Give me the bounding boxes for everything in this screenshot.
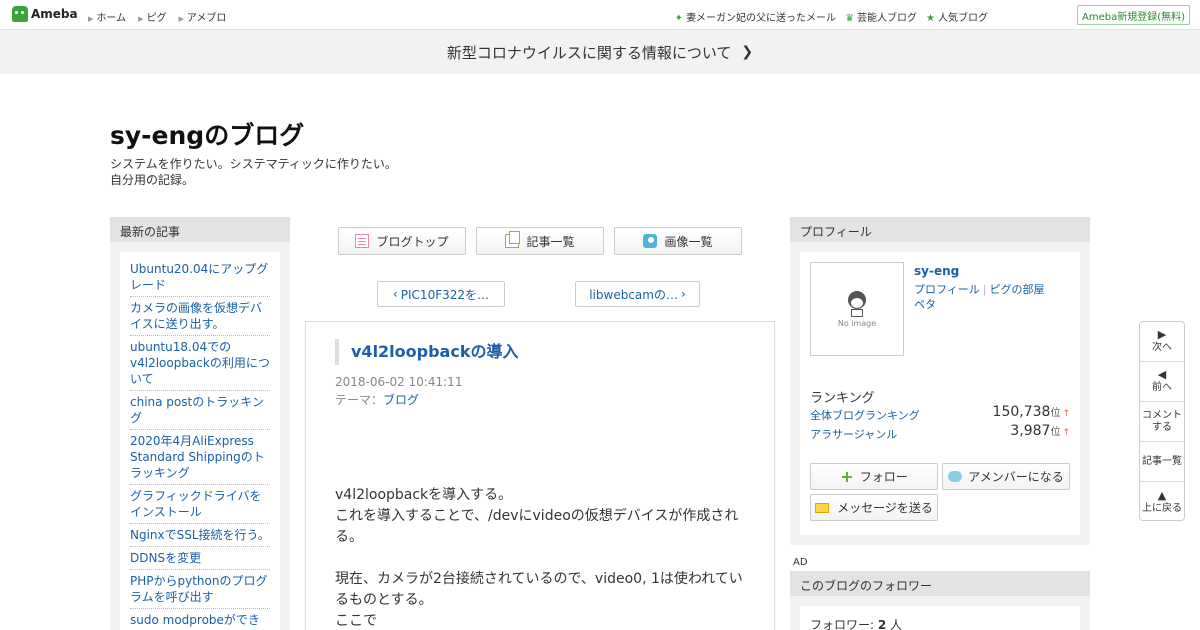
recent-articles-list: Ubuntu20.04にアップグレード カメラの画像を仮想デバイスに送り出す。 …	[120, 252, 280, 630]
person-icon	[848, 291, 866, 309]
side-article-list-button[interactable]: 記事一覧	[1140, 442, 1184, 482]
recent-article-link[interactable]: 2020年4月AliExpress Standard Shippingのトラッキ…	[130, 430, 270, 485]
floating-side-nav: ▶ 次へ ◀ 前へ コメント する 記事一覧 ▲ 上に戻る	[1139, 321, 1185, 521]
trending-links: ✦ 妻メーガン妃の父に送ったメール ♛ 芸能人ブログ ★ 人気ブログ	[675, 9, 988, 24]
trend-link-celebrity[interactable]: ♛ 芸能人ブログ	[845, 9, 917, 24]
next-article-button[interactable]: libwebcamの… ›	[575, 281, 700, 307]
plus-icon: +	[840, 467, 854, 486]
rank-value: 150,738	[992, 404, 1051, 420]
chat-bubble-icon	[948, 471, 963, 482]
recent-article-link[interactable]: sudo modprobeができない。	[130, 609, 270, 630]
recent-article-link[interactable]: PHPからpythonのプログラムを呼び出す	[130, 570, 270, 609]
ameba-logo-icon	[12, 6, 28, 22]
theme-link[interactable]: ブログ	[383, 393, 419, 407]
rank-value: 3,987	[1010, 423, 1051, 439]
nav-home[interactable]: ▶ ホーム	[88, 9, 126, 24]
profile-panel: プロフィール No image sy-eng プロフィール | ピグの部屋 ペタ ラ…	[790, 217, 1090, 545]
peta-link[interactable]: ペタ	[914, 298, 936, 311]
recent-articles-panel: 最新の記事 Ubuntu20.04にアップグレード カメラの画像を仮想デバイスに…	[110, 217, 290, 630]
nav-pigg[interactable]: ▶ ピグ	[138, 9, 166, 24]
nav-ameblo[interactable]: ▶ アメブロ	[178, 9, 226, 24]
chevron-right-icon: ❯	[741, 44, 754, 60]
profile-heading: プロフィール	[790, 217, 1090, 242]
star-icon: ★	[926, 13, 935, 24]
avatar[interactable]: No image	[810, 262, 904, 356]
profile-box: No image sy-eng プロフィール | ピグの部屋 ペタ ランキング 全体…	[800, 252, 1080, 535]
next-button[interactable]: ▶ 次へ	[1140, 322, 1184, 362]
trend-link-news[interactable]: ✦ 妻メーガン妃の父に送ったメール	[675, 9, 836, 24]
pigg-room-link[interactable]: ピグの部屋	[990, 283, 1045, 296]
send-message-button[interactable]: メッセージを送る	[810, 494, 938, 521]
blog-top-button[interactable]: ブログトップ	[338, 227, 466, 255]
arrow-up-icon: ↑	[1062, 409, 1070, 419]
global-links: ▶ ホーム ▶ ピグ ▶ アメブロ	[88, 9, 226, 24]
comment-button[interactable]: コメント する	[1140, 402, 1184, 442]
top-navigation: Ameba ▶ ホーム ▶ ピグ ▶ アメブロ ✦ 妻メーガン妃の父に送ったメール ♛ 芸…	[0, 0, 1200, 30]
ad-label: AD	[793, 557, 808, 568]
blog-nav-buttons: ブログトップ 記事一覧 画像一覧	[338, 227, 742, 255]
recent-article-link[interactable]: Ubuntu20.04にアップグレード	[130, 258, 270, 297]
banner-text: 新型コロナウイルスに関する情報について	[446, 43, 732, 62]
article-date: 2018-06-02 10:41:11	[335, 375, 463, 389]
ranking-row-overall: 全体ブログランキング 150,738位 ↑	[810, 404, 1070, 422]
recent-article-link[interactable]: ubuntu18.04でのv4l2loopbackの利用について	[130, 336, 270, 391]
follower-count[interactable]: 2	[878, 618, 886, 630]
follow-button[interactable]: + フォロー	[810, 463, 938, 490]
recent-articles-heading: 最新の記事	[110, 217, 290, 242]
profile-link[interactable]: プロフィール	[914, 283, 980, 296]
chevron-left-icon: ‹	[392, 287, 398, 301]
article: v4l2loopbackの導入 2018-06-02 10:41:11 テーマ：…	[305, 321, 775, 630]
play-right-icon: ▶	[1157, 328, 1167, 341]
blog-title[interactable]: sy-engのブログ	[110, 116, 304, 152]
arrow-up-icon: ↑	[1062, 428, 1070, 438]
followers-heading: このブログのフォロワー	[790, 571, 1090, 596]
ranking-link-overall[interactable]: 全体ブログランキング	[810, 409, 920, 422]
register-button[interactable]: Ameba新規登録(無料)	[1077, 5, 1190, 25]
prev-button[interactable]: ◀ 前へ	[1140, 362, 1184, 402]
prev-article-button[interactable]: ‹ PIC10F322を…	[377, 281, 505, 307]
amember-button[interactable]: アメンバーになる	[942, 463, 1070, 490]
article-body: v4l2loopbackを導入する。 これを導入することで、/devにvideo…	[335, 487, 743, 629]
triangle-up-icon: ▲	[1157, 488, 1167, 502]
article-theme: テーマ：ブログ	[335, 393, 420, 407]
back-to-top-button[interactable]: ▲ 上に戻る	[1140, 482, 1184, 522]
chevron-right-icon: ›	[680, 287, 686, 301]
article-list-button[interactable]: 記事一覧	[476, 227, 604, 255]
recent-article-link[interactable]: DDNSを変更	[130, 547, 270, 570]
recent-article-link[interactable]: グラフィックドライバをインストール	[130, 485, 270, 524]
followers-box: フォロワー: 2 人	[800, 606, 1080, 630]
ameba-logo-text: Ameba	[31, 7, 78, 21]
ranking-link-genre[interactable]: アラサージャンル	[810, 428, 897, 441]
recent-article-link[interactable]: NginxでSSL接続を行う。	[130, 524, 270, 547]
triangle-icon: ▶	[88, 15, 94, 23]
sparkle-icon: ✦	[674, 13, 684, 24]
profile-name[interactable]: sy-eng	[914, 264, 959, 278]
play-left-icon: ◀	[1157, 368, 1167, 381]
corona-info-banner[interactable]: 新型コロナウイルスに関する情報について ❯	[0, 30, 1200, 74]
triangle-icon: ▶	[138, 15, 144, 23]
document-icon	[355, 234, 370, 248]
image-list-button[interactable]: 画像一覧	[614, 227, 742, 255]
trend-link-popular[interactable]: ★ 人気ブログ	[926, 9, 988, 24]
camera-icon	[643, 234, 658, 248]
ranking-row-genre: アラサージャンル 3,987位 ↑	[810, 423, 1070, 441]
mail-icon	[815, 502, 830, 513]
followers-panel: このブログのフォロワー フォロワー: 2 人	[790, 571, 1090, 630]
blog-description: システムを作りたい。システマティックに作りたい。 自分用の記録。	[110, 157, 397, 187]
ameba-logo[interactable]: Ameba	[12, 6, 78, 22]
recent-article-link[interactable]: カメラの画像を仮想デバイスに送り出す。	[130, 297, 270, 336]
profile-links: プロフィール | ピグの部屋 ペタ	[914, 283, 1045, 311]
article-title[interactable]: v4l2loopbackの導入	[335, 339, 518, 365]
crown-icon: ♛	[845, 13, 855, 24]
copy-icon	[505, 231, 521, 248]
recent-article-link[interactable]: china postのトラッキング	[130, 391, 270, 430]
ranking-heading: ランキング	[810, 391, 875, 406]
triangle-icon: ▶	[178, 15, 184, 23]
